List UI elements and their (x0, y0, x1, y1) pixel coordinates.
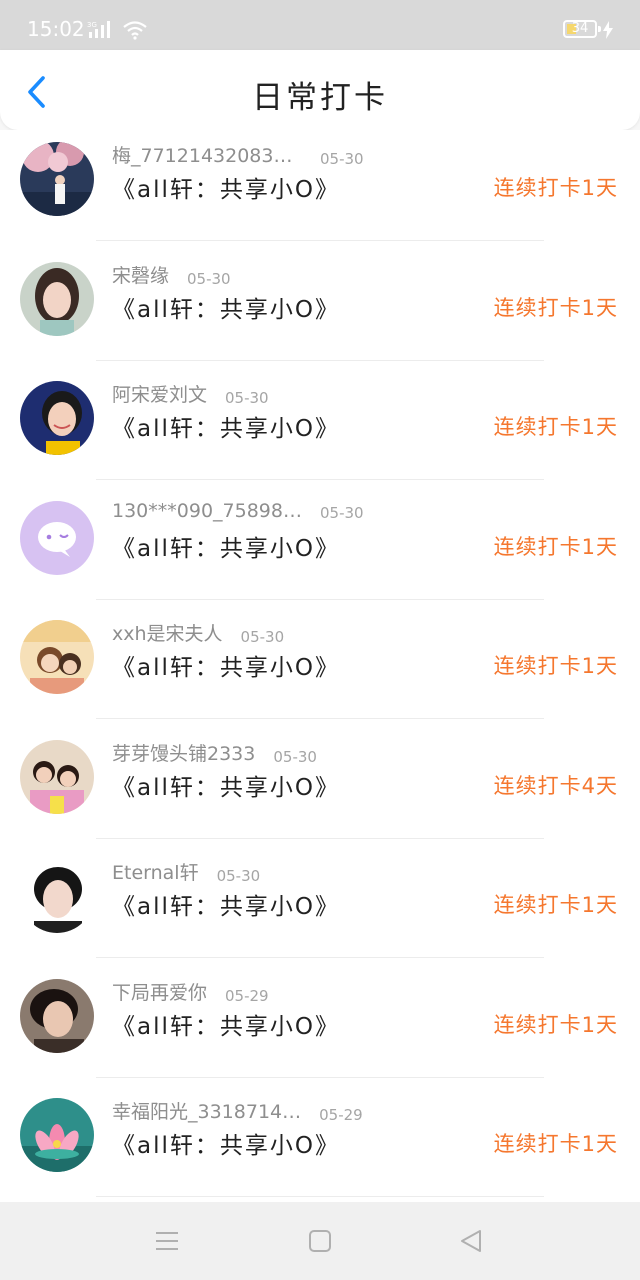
username-line: Eternal轩 05-30 (112, 858, 260, 885)
home-icon (309, 1230, 331, 1252)
username-line: 阿宋爱刘文 05-30 (112, 380, 269, 407)
avatar-image (20, 859, 94, 933)
checkin-row[interactable]: 梅_771214320832… 05-30 《all轩：共享小O》 连续打卡1天 (0, 130, 640, 241)
username[interactable]: 阿宋爱刘文 (112, 380, 207, 407)
wifi-icon (123, 21, 147, 40)
checkin-row[interactable]: 芽芽馒头铺2333 05-30 《all轩：共享小O》 连续打卡4天 (0, 720, 640, 839)
username[interactable]: 芽芽馒头铺2333 (112, 739, 255, 766)
menu-icon (156, 1232, 178, 1250)
network-type: 3G (87, 21, 97, 29)
avatar[interactable] (20, 142, 94, 216)
home-button[interactable] (303, 1224, 337, 1258)
work-title[interactable]: 《all轩：共享小O》 (112, 290, 340, 324)
username-line: 130***090_758987… 05-30 (112, 500, 364, 522)
work-title[interactable]: 《all轩：共享小O》 (112, 887, 340, 921)
work-title[interactable]: 《all轩：共享小O》 (112, 409, 340, 443)
checkin-row[interactable]: Eternal轩 05-30 《all轩：共享小O》 连续打卡1天 (0, 839, 640, 958)
page-title: 日常打卡 (252, 80, 388, 116)
username-line: 芽芽馒头铺2333 05-30 (112, 739, 317, 766)
username-line: 幸福阳光_3318714… 05-29 (112, 1097, 363, 1124)
checkin-date: 05-29 (225, 986, 269, 1005)
work-title[interactable]: 《all轩：共享小O》 (112, 1007, 340, 1041)
back-icon (461, 1230, 481, 1252)
username[interactable]: Eternal轩 (112, 858, 199, 885)
avatar[interactable] (20, 1098, 94, 1172)
menu-button[interactable] (150, 1224, 184, 1258)
username-line: 下局再爱你 05-29 (112, 978, 269, 1005)
work-title[interactable]: 《all轩：共享小O》 (112, 648, 340, 682)
streak-badge: 连续打卡1天 (493, 176, 618, 200)
streak-badge: 连续打卡1天 (493, 1132, 618, 1156)
battery-icon: 34 (563, 20, 601, 38)
avatar[interactable] (20, 381, 94, 455)
avatar-image (20, 500, 94, 575)
checkin-date: 05-30 (240, 628, 285, 646)
signal-icon: 3G (87, 21, 110, 38)
avatar[interactable] (20, 739, 94, 814)
checkin-date: 05-29 (319, 1106, 363, 1124)
avatar[interactable] (20, 500, 94, 575)
streak-badge: 连续打卡1天 (493, 415, 618, 439)
checkin-row[interactable]: xxh是宋夫人 05-30 《all轩：共享小O》 连续打卡1天 (0, 600, 640, 719)
checkin-row[interactable]: 下局再爱你 05-29 《all轩：共享小O》 连续打卡1天 (0, 959, 640, 1078)
work-title[interactable]: 《all轩：共享小O》 (112, 529, 340, 563)
checkin-list[interactable]: 梅_771214320832… 05-30 《all轩：共享小O》 连续打卡1天 宋磬缘… (0, 130, 640, 1202)
avatar-image (20, 1098, 94, 1172)
avatar[interactable] (20, 620, 94, 694)
username-line: 宋磬缘 05-30 (112, 261, 231, 288)
avatar-image (20, 142, 94, 216)
streak-badge: 连续打卡1天 (493, 654, 618, 678)
status-bar: 15:02 3G 34 (0, 0, 640, 50)
checkin-date: 05-30 (216, 867, 261, 885)
checkin-date: 05-30 (187, 269, 231, 288)
avatar[interactable] (20, 978, 94, 1053)
streak-badge: 连续打卡1天 (493, 295, 618, 320)
avatar[interactable] (20, 859, 94, 933)
work-title[interactable]: 《all轩：共享小O》 (112, 1126, 340, 1160)
checkin-date: 05-30 (273, 747, 317, 766)
username-line: 梅_771214320832… 05-30 (112, 141, 364, 168)
checkin-date: 05-30 (320, 150, 364, 168)
avatar-image (20, 381, 94, 455)
nav-back-button[interactable] (454, 1224, 488, 1258)
battery-level: 34 (571, 21, 589, 36)
system-nav-bar (0, 1202, 640, 1280)
username-line: xxh是宋夫人 05-30 (112, 619, 284, 646)
username[interactable]: 宋磬缘 (112, 261, 169, 288)
work-title[interactable]: 《all轩：共享小O》 (112, 768, 340, 802)
work-title[interactable]: 《all轩：共享小O》 (112, 170, 340, 204)
checkin-row[interactable]: 130***090_758987… 05-30 《all轩：共享小O》 连续打卡1天 (0, 481, 640, 600)
username[interactable]: xxh是宋夫人 (112, 619, 223, 646)
avatar-image (20, 261, 94, 336)
app-header: 日常打卡 (0, 50, 640, 130)
username[interactable]: 梅_771214320832… (112, 141, 302, 168)
avatar[interactable] (20, 261, 94, 336)
username[interactable]: 下局再爱你 (112, 978, 207, 1005)
streak-badge: 连续打卡4天 (493, 773, 618, 798)
checkin-row[interactable]: 幸福阳光_3318714… 05-29 《all轩：共享小O》 连续打卡1天 (0, 1078, 640, 1197)
streak-badge: 连续打卡1天 (493, 534, 618, 559)
checkin-date: 05-30 (225, 389, 269, 407)
checkin-date: 05-30 (320, 503, 364, 522)
streak-badge: 连续打卡1天 (493, 893, 618, 917)
avatar-image (20, 620, 94, 694)
streak-badge: 连续打卡1天 (493, 1012, 618, 1037)
checkin-row[interactable]: 阿宋爱刘文 05-30 《all轩：共享小O》 连续打卡1天 (0, 361, 640, 480)
charging-icon (603, 21, 613, 39)
checkin-row[interactable]: 宋磬缘 05-30 《all轩：共享小O》 连续打卡1天 (0, 242, 640, 361)
divider (96, 1196, 544, 1197)
username[interactable]: 130***090_758987… (112, 500, 302, 522)
username[interactable]: 幸福阳光_3318714… (112, 1097, 301, 1124)
avatar-image (20, 739, 94, 814)
status-time: 15:02 (27, 17, 85, 41)
avatar-image (20, 978, 94, 1053)
